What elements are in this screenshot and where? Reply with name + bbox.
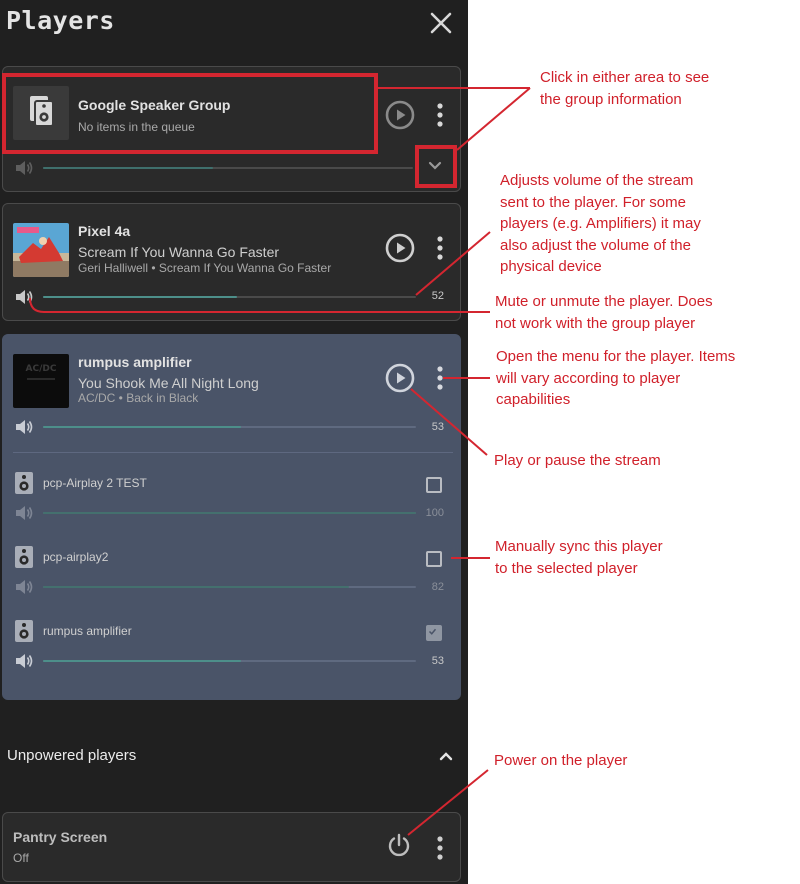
divider [13,452,453,453]
volume-slider[interactable] [43,512,416,514]
annotation-play: Play or pause the stream [494,452,661,469]
sync-member-name: pcp-airplay2 [43,550,109,564]
sync-checkbox[interactable] [426,551,442,567]
annotation-volume: Adjusts volume of the stream sent to the … [500,172,701,275]
volume-slider[interactable] [43,167,413,169]
player-power-status: Off [13,851,29,865]
track-artist-album: Geri Halliwell • Scream If You Wanna Go … [78,261,332,275]
player-name: Pantry Screen [13,829,108,845]
player-name: rumpus amplifier [78,354,192,370]
track-artist-album: AC/DC • Back in Black [78,391,199,405]
volume-slider[interactable] [43,660,416,662]
group-info-highlight [2,73,378,154]
annotation-mute: Mute or unmute the player. Does not work … [495,293,713,332]
svg-text:AC/DC: AC/DC [26,364,57,374]
volume-value: 100 [425,507,444,519]
volume-icon[interactable] [15,160,33,176]
volume-value: 52 [431,290,444,302]
player-card-pixel-4a[interactable]: Pixel 4a Scream If You Wanna Go Faster G… [2,203,461,321]
album-art: AC/DC [13,354,69,408]
unpowered-section-title: Unpowered players [7,747,137,764]
player-name: Pixel 4a [78,223,131,239]
volume-icon[interactable] [15,289,33,305]
speaker-icon [14,545,34,569]
play-circle-icon[interactable] [385,100,415,130]
more-vert-icon[interactable] [433,365,447,391]
volume-slider[interactable] [43,586,416,588]
track-title: Scream If You Wanna Go Faster [78,244,280,260]
track-title: You Shook Me All Night Long [78,375,259,391]
expand-highlight [415,145,457,188]
chevron-up-icon[interactable] [436,747,456,765]
volume-icon[interactable] [15,419,33,435]
more-vert-icon[interactable] [433,102,447,128]
sync-checkbox[interactable] [426,625,442,641]
page-title: Players [6,6,115,35]
annotation-power: Power on the player [494,752,628,769]
annotation-group-info: Click in either area to see the group inf… [540,69,710,108]
volume-slider[interactable] [43,426,416,428]
more-vert-icon[interactable] [433,835,447,861]
sync-member-name: pcp-Airplay 2 TEST [43,476,147,490]
volume-slider[interactable] [43,296,416,298]
annotation-sync: Manually sync this player to the selected… [495,538,663,577]
more-vert-icon[interactable] [433,235,447,261]
volume-value: 53 [431,421,444,433]
volume-value: 53 [431,655,444,667]
volume-icon[interactable] [15,653,33,669]
speaker-icon [14,471,34,495]
sync-member-name: rumpus amplifier [43,624,132,638]
album-art [13,223,69,277]
volume-icon[interactable] [15,505,33,521]
close-icon[interactable] [427,9,455,37]
annotation-menu: Open the menu for the player. Items will … [496,348,736,408]
speaker-icon [14,619,34,643]
play-circle-icon[interactable] [385,363,415,393]
power-icon[interactable] [386,832,412,858]
volume-value: 82 [431,581,444,593]
play-circle-icon[interactable] [385,233,415,263]
sync-checkbox[interactable] [426,477,442,493]
player-card-rumpus-amplifier[interactable]: AC/DC rumpus amplifier You Shook Me All … [2,334,461,700]
volume-icon[interactable] [15,579,33,595]
